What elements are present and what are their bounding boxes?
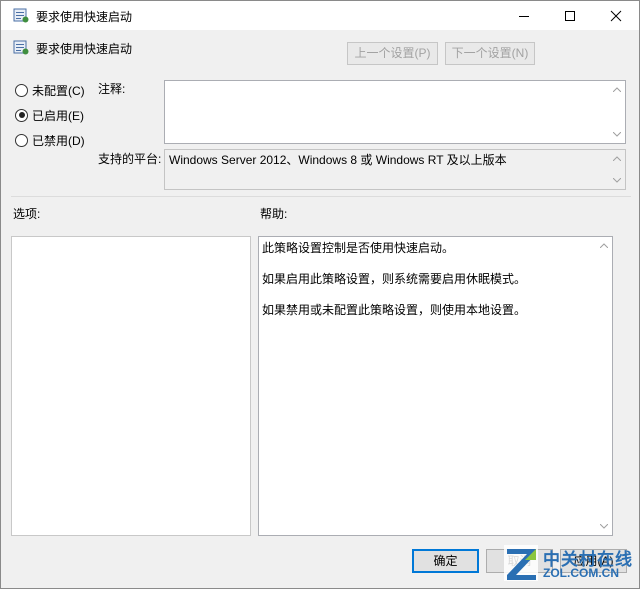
radio-enabled[interactable]: 已启用(E) <box>15 106 84 124</box>
ok-button[interactable]: 确定 <box>412 549 479 573</box>
help-panel[interactable]: 此策略设置控制是否使用快速启动。 如果启用此策略设置，则系统需要启用休眠模式。 … <box>258 236 613 536</box>
minimize-button[interactable] <box>501 1 547 30</box>
policy-title: 要求使用快速启动 <box>36 42 133 56</box>
options-label: 选项: <box>13 207 41 221</box>
maximize-button[interactable] <box>547 1 593 30</box>
zol-watermark: 中关村在线 ZOL.COM.CN <box>503 542 639 587</box>
close-icon <box>610 10 622 22</box>
window-title: 要求使用快速启动 <box>36 10 133 24</box>
close-button[interactable] <box>593 1 639 30</box>
scroll-down-arrow-icon[interactable] <box>613 132 621 137</box>
maximize-icon <box>565 11 575 21</box>
scroll-up-arrow-icon[interactable] <box>613 87 621 92</box>
radio-button[interactable] <box>15 83 28 97</box>
radio-label: 已启用(E) <box>32 108 84 123</box>
zol-logo-icon <box>504 545 538 581</box>
comment-scrollbar[interactable] <box>609 81 625 143</box>
next-setting-button[interactable]: 下一个设置(N) <box>445 42 535 65</box>
help-content: 此策略设置控制是否使用快速启动。 如果启用此策略设置，则系统需要启用休眠模式。 … <box>262 240 526 333</box>
supported-platform-value: Windows Server 2012、Windows 8 或 Windows … <box>169 153 507 167</box>
radio-button[interactable] <box>15 108 28 122</box>
policy-icon <box>13 39 29 55</box>
comment-label: 注释: <box>98 82 126 96</box>
comment-textarea[interactable] <box>164 80 626 144</box>
previous-setting-button[interactable]: 上一个设置(P) <box>347 42 438 65</box>
scroll-up-arrow-icon[interactable] <box>600 243 608 248</box>
help-scrollbar[interactable] <box>596 237 612 535</box>
scroll-up-arrow-icon[interactable] <box>613 156 621 161</box>
watermark-domain: ZOL.COM.CN <box>543 566 619 580</box>
help-paragraph: 如果启用此策略设置，则系统需要启用休眠模式。 <box>262 272 527 286</box>
scroll-down-arrow-icon[interactable] <box>613 178 621 183</box>
radio-label: 未配置(C) <box>32 83 85 98</box>
radio-button[interactable] <box>15 133 28 147</box>
help-paragraph: 如果禁用或未配置此策略设置，则使用本地设置。 <box>262 303 527 317</box>
policy-dialog: 要求使用快速启动 要求使用快速启动 上一个设置(P) 下一个设置(N) 未配置(… <box>0 0 640 589</box>
options-panel[interactable] <box>11 236 251 536</box>
radio-disabled[interactable]: 已禁用(D) <box>15 131 85 149</box>
radio-label: 已禁用(D) <box>32 133 85 148</box>
policy-settings-icon <box>13 7 29 23</box>
supported-platform-field: Windows Server 2012、Windows 8 或 Windows … <box>164 149 626 190</box>
help-paragraph: 此策略设置控制是否使用快速启动。 <box>262 241 455 255</box>
radio-not-configured[interactable]: 未配置(C) <box>15 81 85 99</box>
scroll-down-arrow-icon[interactable] <box>600 524 608 529</box>
supported-scrollbar[interactable] <box>609 150 625 189</box>
title-bar[interactable]: 要求使用快速启动 <box>1 1 639 30</box>
help-label: 帮助: <box>260 207 288 221</box>
minimize-icon <box>519 16 529 17</box>
section-divider <box>11 196 631 197</box>
supported-platform-label: 支持的平台: <box>98 152 162 166</box>
